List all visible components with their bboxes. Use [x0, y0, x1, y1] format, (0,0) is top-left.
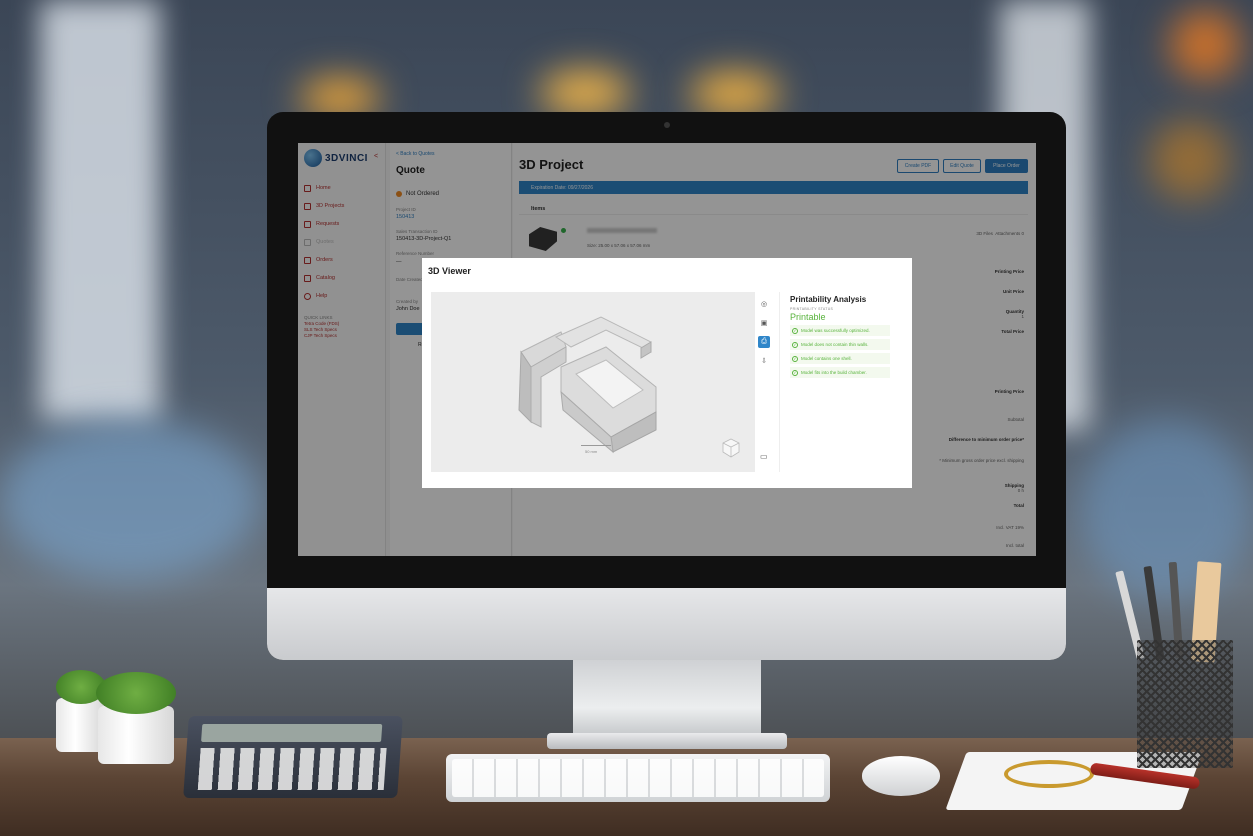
check-item: ✓ Model fits into the build chamber.	[790, 367, 890, 378]
view-cube-icon[interactable]	[721, 437, 741, 459]
monitor-screen: 3DVINCI < Home 3D Projects Requests Quot…	[298, 143, 1036, 556]
check-icon: ✓	[792, 369, 798, 376]
plant	[96, 672, 176, 714]
check-icon: ✓	[792, 327, 798, 334]
download-icon[interactable]: ⇩	[758, 355, 770, 367]
webcam	[664, 122, 670, 128]
monitor-chin	[267, 588, 1066, 660]
calculator	[183, 716, 403, 798]
magnifying-glass	[1004, 760, 1094, 788]
pencil-cup	[1137, 640, 1233, 768]
background-light	[690, 72, 780, 116]
background-light	[1150, 120, 1230, 200]
check-item: ✓ Model does not contain thin walls.	[790, 339, 890, 350]
viewer-toolbar: ◎ ▣ ⎙ ⇩	[758, 298, 772, 374]
check-text: Model does not contain thin walls.	[801, 342, 869, 347]
printability-title: Printability Analysis	[790, 295, 867, 304]
printability-status-value: Printable	[790, 312, 826, 322]
monitor-stand-base	[547, 733, 787, 749]
check-icon: ✓	[792, 341, 798, 348]
calculator-display	[201, 724, 383, 742]
printability-panel: Printability Analysis PRINTABILITY STATU…	[779, 292, 905, 472]
printability-status-label: PRINTABILITY STATUS	[790, 307, 834, 311]
calculator-keys	[197, 748, 387, 790]
background-light	[1080, 420, 1253, 600]
scale-label: 50 mm	[585, 449, 598, 454]
plant-pot	[56, 698, 104, 752]
check-item: ✓ Model contains one shell.	[790, 353, 890, 364]
viewer-modal: 3D Viewer 50 mm ◎ ▣ ⎙ ⇩ ▭ Printability A…	[422, 258, 912, 488]
keyboard	[446, 754, 830, 802]
model-viewport[interactable]: 50 mm	[431, 292, 755, 472]
mouse	[862, 756, 940, 796]
check-text: Model was successfully optimized.	[801, 328, 870, 333]
target-icon[interactable]: ◎	[758, 298, 770, 310]
fullscreen-icon[interactable]: ▣	[758, 317, 770, 329]
modal-title: 3D Viewer	[428, 266, 471, 276]
check-item: ✓ Model was successfully optimized.	[790, 325, 890, 336]
background-light	[0, 420, 260, 580]
background-light	[540, 70, 630, 116]
monitor-stand	[573, 660, 761, 740]
background-light	[1170, 10, 1240, 80]
screen-toggle-icon[interactable]: ▭	[760, 452, 768, 461]
printer-icon[interactable]: ⎙	[758, 336, 770, 348]
background-pillar	[40, 0, 160, 420]
check-text: Model fits into the build chamber.	[801, 370, 867, 375]
keyboard-keys	[452, 759, 824, 797]
plant-pot	[98, 706, 174, 764]
scale-bar	[581, 445, 611, 446]
check-text: Model contains one shell.	[801, 356, 852, 361]
check-icon: ✓	[792, 355, 798, 362]
